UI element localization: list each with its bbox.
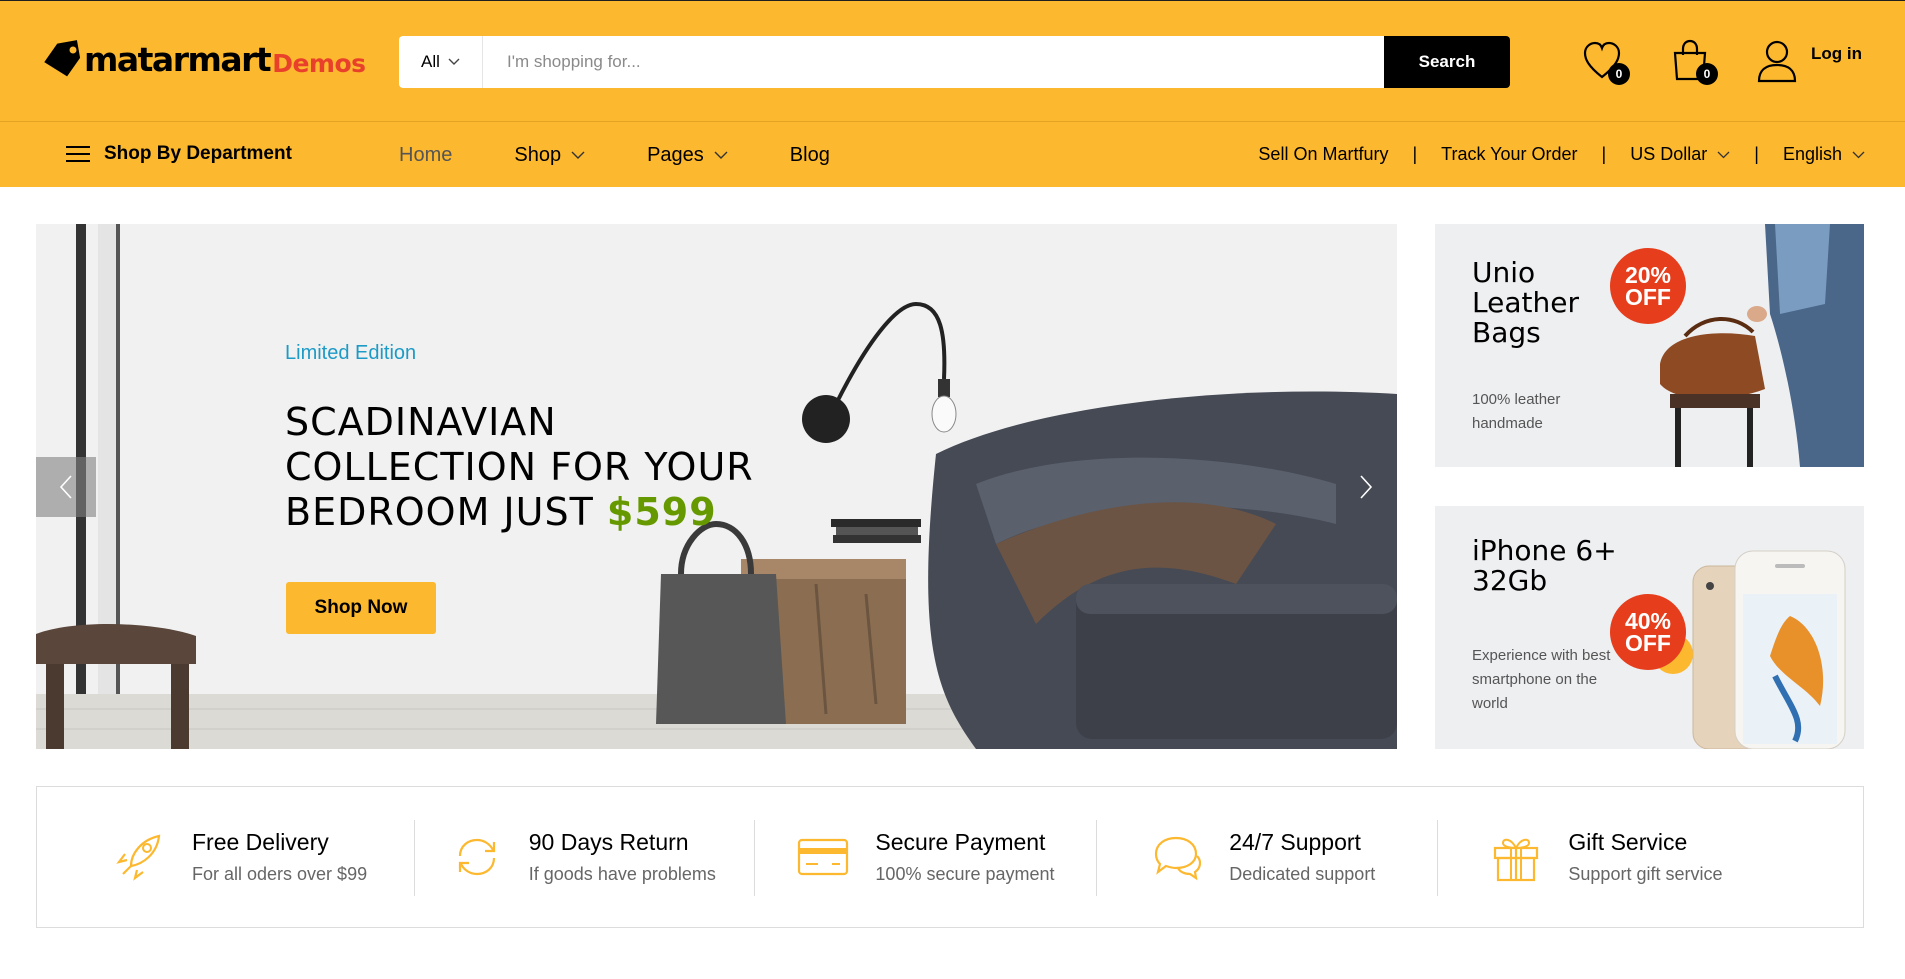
feature-title: 24/7 Support [1229, 829, 1361, 855]
discount-badge: 20% OFF [1610, 248, 1686, 324]
sell-on-martfury-link[interactable]: Sell On Martfury [1258, 144, 1388, 165]
chevron-down-icon [571, 151, 585, 159]
menu-item-shop[interactable]: Shop [514, 144, 585, 167]
menu-item-pages[interactable]: Pages [647, 144, 728, 167]
search-category-label: All [421, 52, 440, 71]
track-order-link[interactable]: Track Your Order [1441, 144, 1577, 165]
primary-menu: Home Shop Pages Blog [399, 144, 892, 167]
menu-item-home[interactable]: Home [399, 144, 452, 167]
feature-subtitle: For all oders over $99 [192, 864, 368, 884]
search-input[interactable] [483, 36, 1384, 88]
chevron-left-icon [59, 475, 72, 499]
currency-label: US Dollar [1630, 144, 1708, 164]
chevron-right-icon [1360, 475, 1373, 499]
logo-text: matarmart [84, 39, 272, 79]
shop-by-department-button[interactable]: Shop By Department [66, 143, 292, 165]
hero-title-line-last: BEDROOM JUST $599 [285, 490, 805, 535]
slider-prev-button[interactable] [36, 457, 96, 517]
chevron-down-icon [1717, 151, 1730, 158]
feature-subtitle: Dedicated support [1229, 864, 1376, 884]
main-navigation: Shop By Department Home Shop Pages Blog … [0, 121, 1905, 187]
feature-gift-service: Gift Service Support gift service [1438, 787, 1863, 927]
separator: | [1601, 144, 1607, 164]
department-label: Shop By Department [104, 143, 292, 164]
promo-card-leather-bags[interactable]: Unio Leather Bags 100% leather handmade … [1435, 224, 1864, 467]
search-button[interactable]: Search [1384, 36, 1510, 88]
discount-badge: 40% OFF [1610, 594, 1686, 670]
chevron-down-icon [448, 58, 460, 65]
menu-item-label: Blog [789, 144, 830, 166]
hero-price: $599 [606, 490, 717, 534]
hero-title-line: BEDROOM JUST [285, 490, 594, 534]
cart-count-badge: 0 [1696, 63, 1718, 85]
feature-support: 24/7 Support Dedicated support [1097, 787, 1439, 927]
language-label: English [1782, 144, 1842, 164]
discount-word: OFF [1624, 630, 1671, 656]
rocket-icon [112, 829, 168, 885]
gift-icon [1488, 829, 1544, 885]
chevron-down-icon [1852, 151, 1865, 158]
discount-word: OFF [1624, 284, 1671, 310]
menu-item-label: Shop [514, 144, 562, 166]
chevron-down-icon [714, 151, 728, 159]
slider-next-button[interactable] [1336, 457, 1396, 517]
site-logo[interactable]: matarmart Demos [40, 37, 366, 81]
hamburger-icon [66, 146, 90, 162]
feature-subtitle: 100% secure payment [875, 864, 1055, 884]
wishlist-count-badge: 0 [1608, 63, 1630, 85]
wishlist-button[interactable]: 0 [1582, 39, 1630, 85]
menu-item-label: Home [399, 144, 453, 166]
feature-subtitle: If goods have problems [528, 864, 716, 884]
hero-slider: Limited Edition SCADINAVIAN COLLECTION F… [36, 224, 1397, 749]
hero-title-line: COLLECTION FOR YOUR [285, 445, 754, 489]
feature-free-delivery: Free Delivery For all oders over $99 [37, 787, 415, 927]
separator: | [1754, 144, 1759, 164]
search-category-select[interactable]: All [399, 36, 483, 88]
feature-title: Secure Payment [875, 829, 1046, 855]
login-link[interactable]: Log in [1757, 39, 1862, 83]
feature-subtitle: Support gift service [1568, 864, 1723, 884]
menu-item-label: Pages [647, 144, 704, 166]
user-icon [1757, 40, 1797, 83]
cart-button[interactable]: 0 [1670, 39, 1718, 85]
currency-selector[interactable]: US Dollar [1630, 144, 1730, 165]
hero-tag: Limited Edition [285, 342, 417, 364]
promo-description: Experience with best smartphone on the w… [1472, 647, 1611, 712]
feature-secure-payment: Secure Payment 100% secure payment [755, 787, 1098, 927]
language-selector[interactable]: English [1783, 144, 1865, 165]
features-bar: Free Delivery For all oders over $99 90 … [36, 786, 1864, 928]
login-label: Log in [1811, 44, 1862, 63]
promo-card-iphone[interactable]: iPhone 6+ 32Gb Experience with best smar… [1435, 506, 1864, 749]
return-icon [449, 829, 505, 885]
feature-title: 90 Days Return [528, 829, 689, 855]
promo-title: Unio Leather Bags [1472, 256, 1579, 349]
header-bar: matarmart Demos All Search 0 0 Log in [0, 0, 1905, 121]
hero-title: SCADINAVIAN COLLECTION FOR YOUR BEDROOM … [285, 400, 805, 535]
feature-title: Free Delivery [192, 829, 329, 855]
shop-now-button[interactable]: Shop Now [286, 582, 436, 634]
promo-title: iPhone 6+ 32Gb [1472, 534, 1617, 597]
hero-title-line: SCADINAVIAN [285, 400, 557, 444]
promo-description: 100% leather handmade [1472, 391, 1561, 432]
menu-item-blog[interactable]: Blog [790, 144, 830, 167]
credit-card-icon [795, 829, 851, 885]
separator: | [1412, 144, 1418, 164]
feature-days-return: 90 Days Return If goods have problems [415, 787, 756, 927]
logo-tag-icon [40, 39, 86, 79]
search-bar: All Search [399, 36, 1510, 88]
chat-icon [1149, 829, 1205, 885]
feature-title: Gift Service [1568, 829, 1688, 855]
logo-suffix: Demos [272, 48, 366, 78]
utility-links: Sell On Martfury | Track Your Order | US… [1258, 144, 1865, 165]
